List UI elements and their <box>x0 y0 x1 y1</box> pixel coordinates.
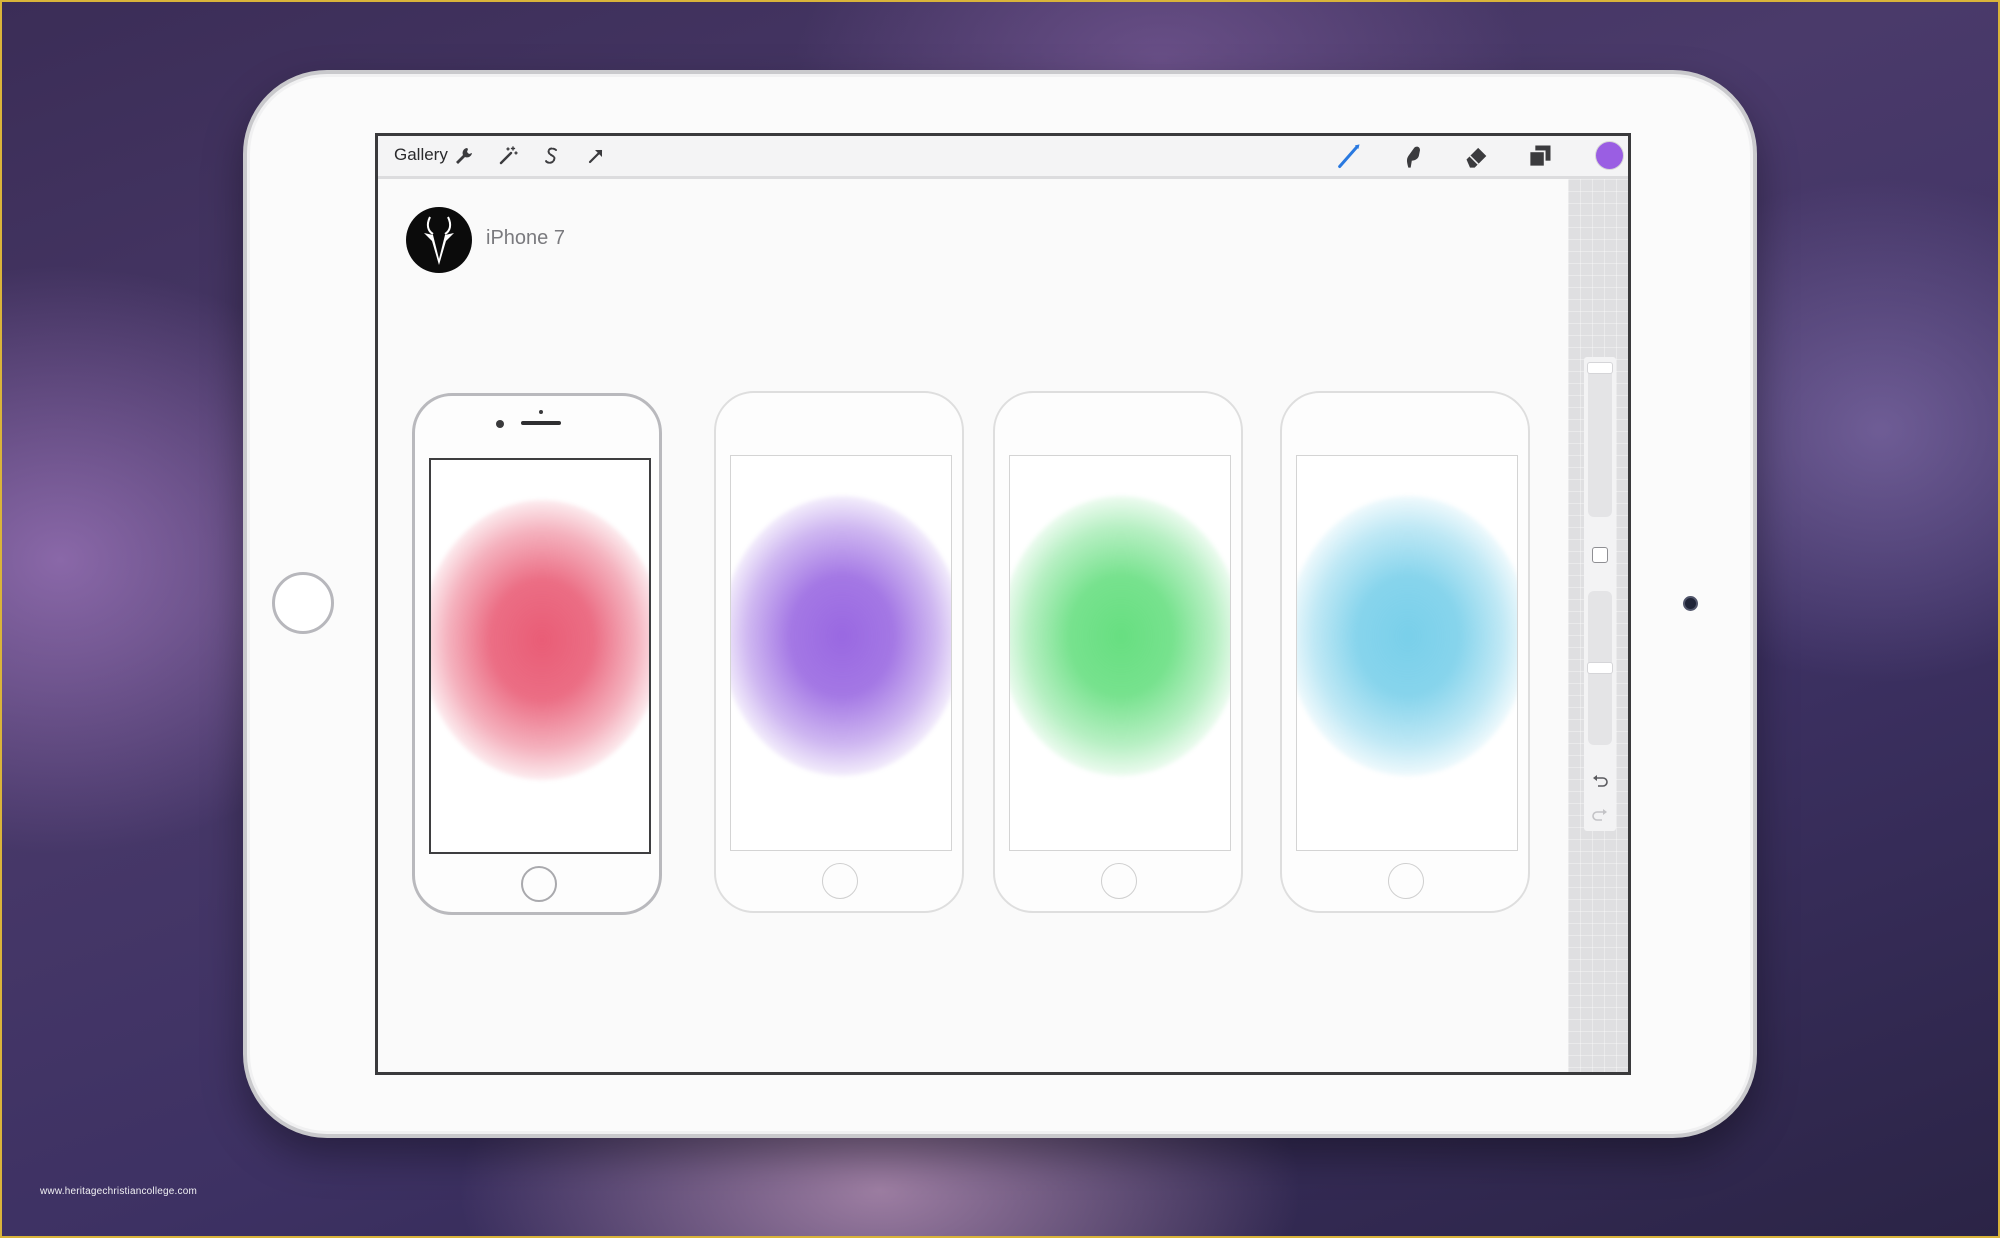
project-title: iPhone 7 <box>486 227 565 249</box>
gallery-button[interactable]: Gallery <box>394 145 448 165</box>
magic-wand-icon[interactable] <box>496 144 520 168</box>
front-camera <box>496 420 504 428</box>
brush-icon[interactable] <box>1335 142 1363 170</box>
undo-icon[interactable] <box>1590 771 1610 791</box>
proximity-sensor <box>539 410 543 414</box>
phone-home-button <box>1388 863 1424 899</box>
earpiece-speaker <box>521 421 561 425</box>
opacity-slider[interactable] <box>1588 591 1612 745</box>
wrench-icon[interactable] <box>452 144 476 168</box>
iphone-mockup-pink[interactable] <box>412 393 662 915</box>
redo-icon[interactable] <box>1590 805 1610 825</box>
color-picker-button[interactable] <box>1596 142 1623 169</box>
phone-home-button <box>521 866 557 902</box>
phone-home-button <box>822 863 858 899</box>
transform-arrow-icon[interactable] <box>584 144 608 168</box>
phone-screen <box>429 458 651 854</box>
ipad-camera <box>1683 596 1698 611</box>
phone-home-button <box>1101 863 1137 899</box>
app-screen: Gallery iPhone 7 <box>375 133 1631 1075</box>
eraser-icon[interactable] <box>1463 142 1491 170</box>
phone-screen <box>1296 455 1518 851</box>
layers-icon[interactable] <box>1526 142 1554 170</box>
modify-button[interactable] <box>1592 547 1608 563</box>
brush-size-slider[interactable] <box>1588 363 1612 517</box>
opacity-handle[interactable] <box>1588 663 1612 673</box>
watermark-text: www.heritagechristiancollege.com <box>40 1186 198 1197</box>
ipad-home-button <box>272 572 334 634</box>
drawing-canvas[interactable]: iPhone 7 <box>378 179 1568 1072</box>
antelope-logo-icon <box>406 207 472 273</box>
side-panel <box>1568 179 1628 1072</box>
brush-size-handle[interactable] <box>1588 363 1612 373</box>
side-controls <box>1584 357 1616 831</box>
iphone-mockup-purple[interactable] <box>714 391 964 913</box>
smudge-icon[interactable] <box>1399 142 1427 170</box>
top-toolbar: Gallery <box>378 136 1628 179</box>
paint-splash <box>1297 496 1517 776</box>
iphone-mockup-green[interactable] <box>993 391 1243 913</box>
paint-splash <box>731 496 951 776</box>
iphone-mockup-blue[interactable] <box>1280 391 1530 913</box>
paint-splash <box>1010 496 1230 776</box>
phone-screen <box>1009 455 1231 851</box>
phone-screen <box>730 455 952 851</box>
paint-splash <box>431 500 649 780</box>
selection-icon[interactable] <box>540 144 564 168</box>
